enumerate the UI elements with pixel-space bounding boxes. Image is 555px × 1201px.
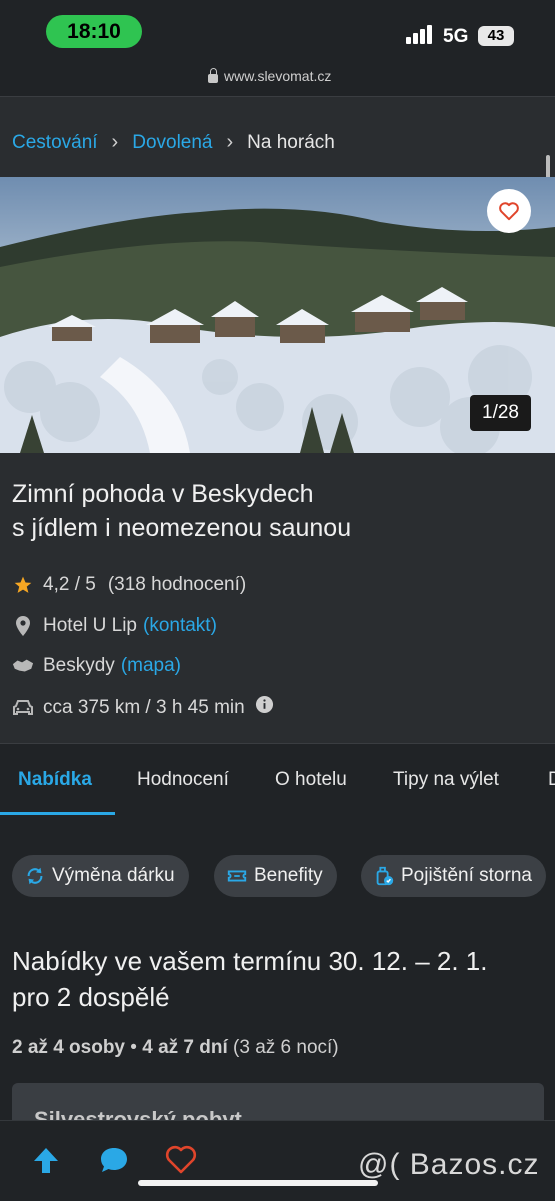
tab-nabidka[interactable]: Nabídka bbox=[18, 744, 92, 816]
chevron-right-icon: › bbox=[111, 131, 119, 153]
chip-label: Benefity bbox=[254, 865, 323, 886]
breadcrumb: Cestování › Dovolená › Na horách bbox=[12, 131, 335, 154]
offers-heading-line1: Nabídky ve vašem termínu 30. 12. – 2. 1. bbox=[12, 946, 488, 976]
arrow-up-icon[interactable] bbox=[29, 1143, 63, 1177]
tab-more[interactable]: D bbox=[548, 744, 555, 816]
chip-benefity[interactable]: Benefity bbox=[214, 855, 337, 897]
signal-icon bbox=[406, 24, 436, 44]
breadcrumb-link-dovolena[interactable]: Dovolená bbox=[132, 132, 212, 154]
url-text: www.slevomat.cz bbox=[224, 68, 332, 84]
listing-title-line2: s jídlem i neomezenou saunou bbox=[12, 514, 352, 542]
map-region-icon bbox=[12, 655, 34, 677]
offers-heading: Nabídky ve vašem termínu 30. 12. – 2. 1.… bbox=[12, 943, 547, 1015]
battery-icon: 43 bbox=[478, 26, 514, 46]
image-counter: 1/28 bbox=[470, 395, 531, 431]
favorite-button[interactable] bbox=[487, 189, 531, 233]
region-name: Beskydy bbox=[43, 655, 115, 676]
browser-url-bar[interactable]: www.slevomat.cz bbox=[0, 60, 555, 97]
chevron-right-icon: › bbox=[226, 131, 234, 153]
heart-icon bbox=[499, 202, 519, 221]
hero-image[interactable]: 1/28 bbox=[0, 177, 555, 453]
info-icon[interactable] bbox=[255, 695, 274, 720]
ticket-icon bbox=[227, 870, 247, 882]
offers-section: Výměna dárku Benefity Pojištění storna N… bbox=[0, 815, 555, 1120]
distance-row: cca 375 km / 3 h 45 min bbox=[12, 695, 274, 720]
tab-o-hotelu[interactable]: O hotelu bbox=[275, 744, 347, 816]
star-icon bbox=[12, 574, 34, 596]
chip-label: Výměna dárku bbox=[52, 865, 175, 886]
breadcrumb-current: Na horách bbox=[247, 131, 335, 153]
lock-icon bbox=[208, 67, 218, 83]
page-content: Cestování › Dovolená › Na horách 1/28 Zi… bbox=[0, 97, 555, 1120]
persons-count: 2 až 4 osoby bbox=[12, 1037, 125, 1058]
tab-tipy-na-vylet[interactable]: Tipy na výlet bbox=[393, 744, 499, 816]
distance-text: cca 375 km / 3 h 45 min bbox=[43, 696, 245, 718]
breadcrumb-link-cestovani[interactable]: Cestování bbox=[12, 132, 98, 154]
chat-icon[interactable] bbox=[97, 1143, 131, 1177]
hotel-row: Hotel U Lip (kontakt) bbox=[12, 615, 217, 637]
home-indicator[interactable] bbox=[138, 1180, 378, 1186]
nights-count: (3 až 6 nocí) bbox=[233, 1037, 339, 1058]
hotel-name: Hotel U Lip bbox=[43, 615, 137, 636]
offers-heading-line2: pro 2 dospělé bbox=[12, 982, 170, 1012]
offers-summary: 2 až 4 osoby • 4 až 7 dní (3 až 6 nocí) bbox=[12, 1037, 339, 1059]
region-map-link[interactable]: (mapa) bbox=[121, 655, 181, 677]
rating-value: 4,2 / 5 bbox=[43, 574, 96, 595]
offer-card[interactable]: Silvestrovský pobyt bbox=[12, 1083, 544, 1120]
separator-dot: • bbox=[130, 1037, 137, 1058]
gift-swap-icon bbox=[27, 867, 43, 885]
rating-row[interactable]: 4,2 / 5 (318 hodnocení) bbox=[12, 574, 246, 596]
offer-card-title: Silvestrovský pobyt bbox=[34, 1107, 242, 1120]
clock: 18:10 bbox=[46, 15, 142, 48]
chip-pojisteni-storna[interactable]: Pojištění storna bbox=[361, 855, 546, 897]
network-label: 5G bbox=[443, 26, 469, 47]
location-pin-icon bbox=[12, 615, 34, 637]
car-icon bbox=[12, 697, 34, 719]
heart-icon[interactable] bbox=[164, 1143, 198, 1177]
status-bar: 18:10 5G 43 bbox=[0, 0, 555, 60]
tab-hodnoceni[interactable]: Hodnocení bbox=[137, 744, 229, 816]
chip-vymena-darku[interactable]: Výměna dárku bbox=[12, 855, 189, 897]
chip-label: Pojištění storna bbox=[401, 865, 532, 886]
review-count: (318 hodnocení) bbox=[107, 574, 247, 595]
days-count: 4 až 7 dní bbox=[142, 1037, 228, 1058]
luggage-shield-icon bbox=[376, 866, 394, 886]
listing-title: Zimní pohoda v Beskydech s jídlem i neom… bbox=[12, 477, 532, 545]
region-row: Beskydy (mapa) bbox=[12, 655, 181, 677]
watermark: @( Bazos.cz bbox=[358, 1148, 540, 1181]
tab-bar: Nabídka Hodnocení O hotelu Tipy na výlet… bbox=[0, 743, 555, 816]
hotel-contact-link[interactable]: (kontakt) bbox=[143, 615, 217, 637]
listing-title-line1: Zimní pohoda v Beskydech bbox=[12, 480, 314, 508]
